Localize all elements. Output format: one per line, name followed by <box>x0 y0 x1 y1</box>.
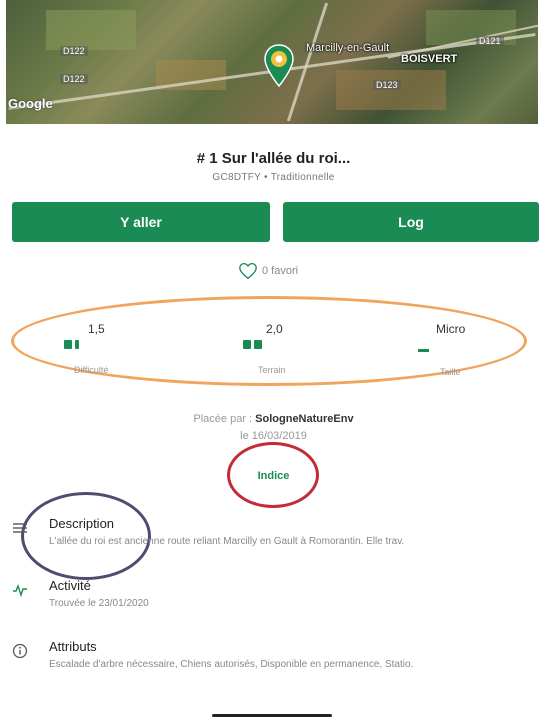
terrain-label: Terrain <box>258 365 286 375</box>
home-indicator[interactable] <box>212 714 332 717</box>
rating-bar-full <box>243 340 251 349</box>
map-field <box>336 70 446 110</box>
road-label: D122 <box>60 46 88 56</box>
size-value: Micro <box>436 322 466 336</box>
map-field <box>46 10 136 50</box>
cache-pin-icon[interactable] <box>264 44 294 88</box>
difficulty-label: Difficulté <box>74 365 109 375</box>
town-label: Marcilly-en-Gault <box>306 42 390 54</box>
placed-date: le 16/03/2019 <box>240 430 307 442</box>
road-label: D123 <box>373 80 401 90</box>
rating-bar-full <box>64 340 72 349</box>
difficulty-value: 1,5 <box>88 322 105 336</box>
terrain-rating <box>243 340 262 349</box>
attributes-text: Escalade d'arbre nécessaire, Chiens auto… <box>49 659 414 670</box>
size-indicator <box>418 349 429 352</box>
cache-title: # 1 Sur l'allée du roi... <box>196 150 351 167</box>
terrain-value: 2,0 <box>266 322 283 336</box>
placed-by-prefix: Placée par : <box>193 413 253 425</box>
heart-icon[interactable] <box>238 262 258 280</box>
log-button[interactable]: Log <box>283 202 539 242</box>
favorites[interactable]: 0 favori <box>238 262 298 280</box>
placed-by: Placée par : SologneNatureEnv <box>0 413 547 425</box>
road-label: D121 <box>476 36 504 46</box>
attributes-title: Attributs <box>49 639 97 654</box>
rating-bar-half <box>75 340 79 349</box>
rating-bar-full <box>254 340 262 349</box>
size-label: Taille <box>440 367 461 377</box>
description-text: L'allée du roi est ancienne route relian… <box>49 536 405 547</box>
google-logo: Google <box>8 96 53 111</box>
difficulty-rating <box>64 340 79 349</box>
owner-name[interactable]: SologneNatureEnv <box>255 413 353 425</box>
info-icon <box>12 643 28 659</box>
go-button[interactable]: Y aller <box>12 202 270 242</box>
description-icon <box>13 523 27 533</box>
road-label: D122 <box>60 74 88 84</box>
hint-button[interactable]: Indice <box>0 470 547 482</box>
map-view[interactable]: D121 D122 D122 D123 Marcilly-en-Gault BO… <box>6 0 538 124</box>
activity-icon <box>13 583 27 598</box>
town-label: BOISVERT <box>401 53 458 65</box>
cache-subtitle: GC8DTFY • Traditionnelle <box>212 172 335 183</box>
activity-text: Trouvée le 23/01/2020 <box>49 598 149 609</box>
description-title: Description <box>49 516 115 531</box>
favorites-count: 0 favori <box>262 265 299 277</box>
activity-title: Activité <box>49 578 91 593</box>
